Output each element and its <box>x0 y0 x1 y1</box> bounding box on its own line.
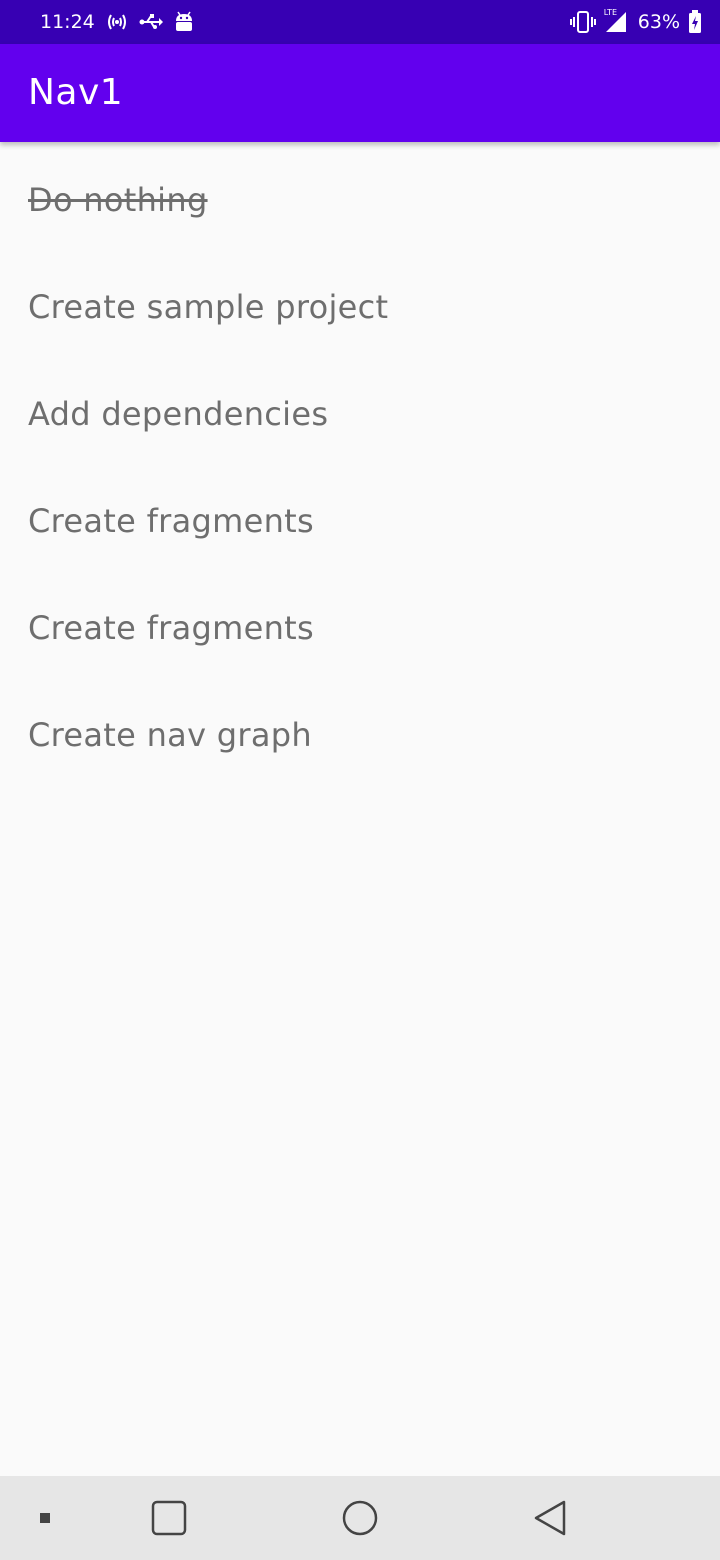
task-item[interactable]: Create fragments <box>0 467 720 574</box>
status-left: 11:24 <box>40 0 195 44</box>
task-label: Create fragments <box>28 501 315 540</box>
lte-label: LTE <box>603 8 618 17</box>
usb-icon <box>139 12 163 32</box>
android-debug-icon <box>173 11 195 33</box>
menu-dot-icon[interactable] <box>20 1476 70 1560</box>
task-label: Create nav graph <box>28 715 312 754</box>
battery-percent: 63% <box>637 11 680 33</box>
task-label: Do nothing <box>28 180 208 219</box>
clock: 11:24 <box>40 11 95 33</box>
app-title: Nav1 <box>28 72 124 113</box>
task-item[interactable]: Create sample project <box>0 253 720 360</box>
status-right: LTE 63% <box>569 0 702 44</box>
recents-icon[interactable] <box>134 1476 204 1560</box>
task-item[interactable]: Create nav graph <box>0 681 720 788</box>
task-item[interactable]: Create fragments <box>0 574 720 681</box>
battery-charging-icon <box>688 10 702 34</box>
status-bar: 11:24 LTE 63% <box>0 0 720 44</box>
task-label: Create fragments <box>28 608 315 647</box>
vibrate-icon <box>569 10 596 34</box>
hotspot-icon <box>105 11 129 33</box>
back-icon[interactable] <box>515 1476 585 1560</box>
task-item[interactable]: Do nothing <box>0 146 720 253</box>
task-label: Create sample project <box>28 287 389 326</box>
task-list: Do nothing Create sample project Add dep… <box>0 146 720 788</box>
app-bar: Nav1 <box>0 44 720 142</box>
home-icon[interactable] <box>325 1476 395 1560</box>
system-nav-bar <box>0 1476 720 1560</box>
task-item[interactable]: Add dependencies <box>0 360 720 467</box>
lte-signal-icon: LTE <box>603 8 630 34</box>
task-label: Add dependencies <box>28 394 329 433</box>
